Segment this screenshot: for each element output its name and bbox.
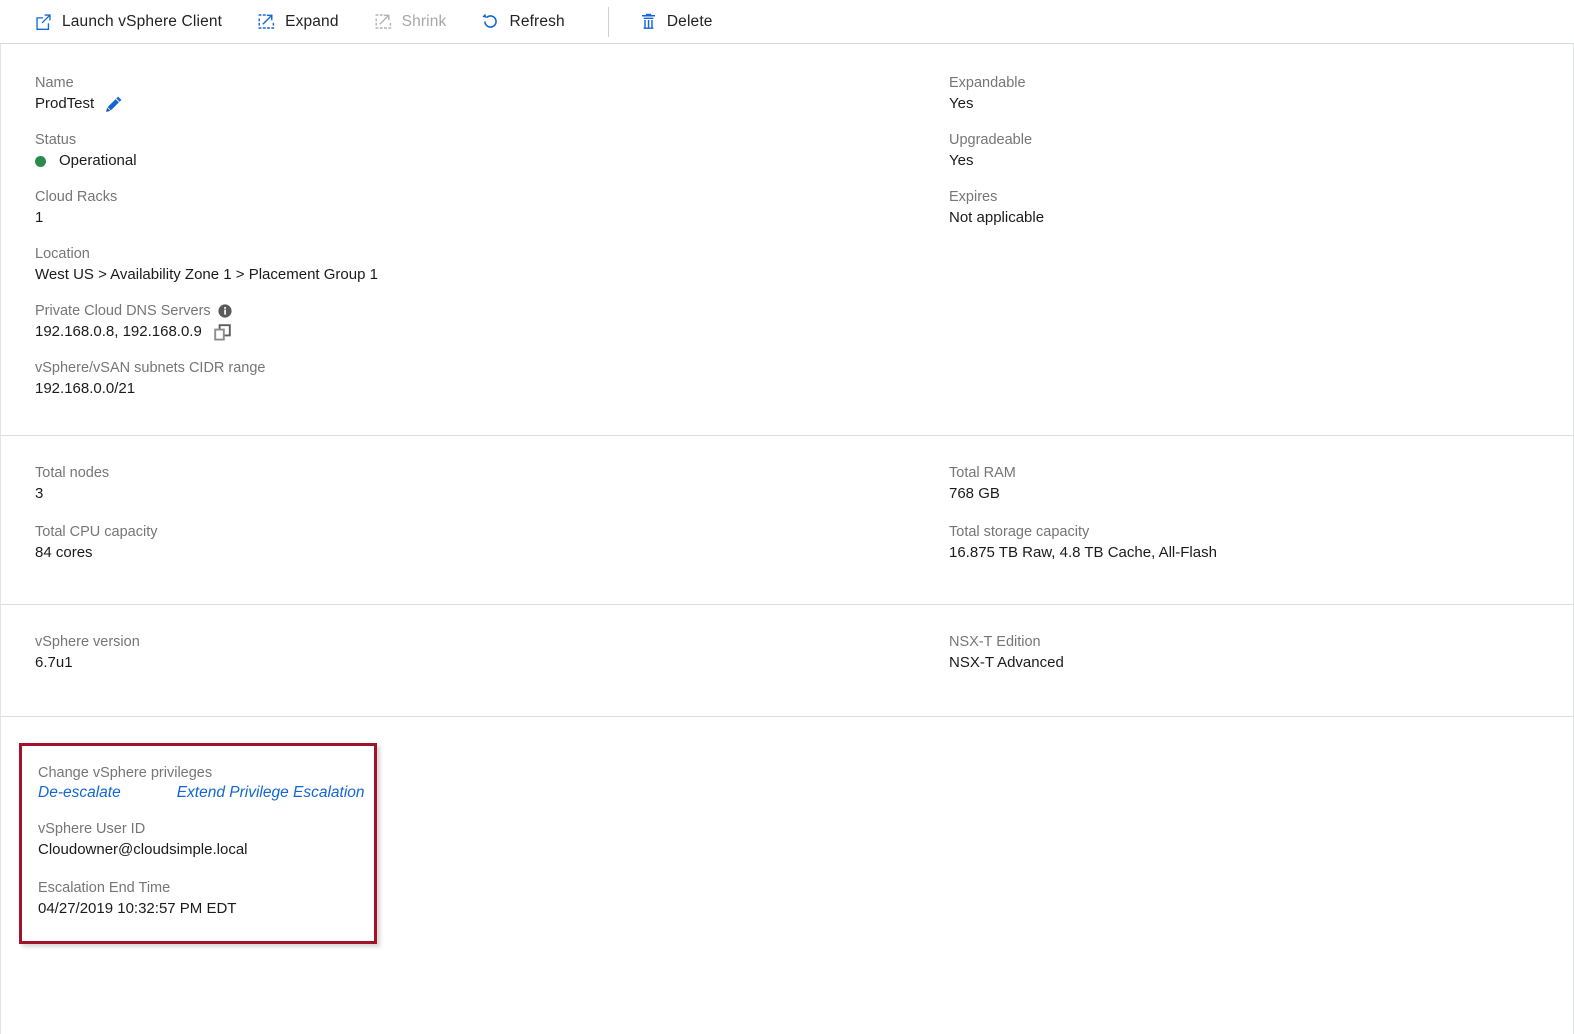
info-icon[interactable] [218, 304, 232, 318]
pencil-icon[interactable] [105, 95, 123, 113]
upgradeable-field: Upgradeable Yes [949, 130, 1573, 172]
total-storage-label: Total storage capacity [949, 524, 1090, 540]
total-storage-field: Total storage capacity 16.875 TB Raw, 4.… [949, 522, 1573, 564]
total-storage-value: 16.875 TB Raw, 4.8 TB Cache, All-Flash [949, 544, 1217, 561]
refresh-label: Refresh [509, 12, 565, 30]
dns-servers-label: Private Cloud DNS Servers [35, 303, 211, 319]
delete-button[interactable]: Delete [639, 7, 726, 37]
vsphere-version-field: vSphere version 6.7u1 [35, 632, 915, 674]
status-field: Status Operational [35, 130, 915, 172]
escalation-end-time-field: Escalation End Time 04/27/2019 10:32:57 … [38, 878, 354, 920]
name-label: Name [35, 75, 74, 91]
overview-section: Name ProdTest Status Operational Cloud R… [1, 44, 1573, 435]
versions-right-column: NSX-T Edition NSX-T Advanced [915, 605, 1573, 716]
details-content: Name ProdTest Status Operational Cloud R… [0, 44, 1574, 1034]
total-ram-value: 768 GB [949, 485, 1000, 502]
name-value: ProdTest [35, 95, 95, 112]
launch-vsphere-client-button[interactable]: Launch vSphere Client [34, 7, 235, 37]
cloud-racks-field: Cloud Racks 1 [35, 187, 915, 229]
escalation-end-time-label: Escalation End Time [38, 880, 171, 896]
name-value-row: ProdTest [35, 93, 915, 115]
de-escalate-link[interactable]: De-escalate [38, 784, 121, 802]
expand-icon [257, 12, 276, 31]
toolbar-divider [607, 6, 609, 37]
capacity-left-column: Total nodes 3 Total CPU capacity 84 core… [1, 436, 915, 604]
refresh-icon [481, 12, 500, 31]
status-badge: Operational [59, 152, 137, 169]
privileges-highlight-box: Change vSphere privileges De-escalate Ex… [19, 743, 377, 944]
versions-left-column: vSphere version 6.7u1 [1, 605, 915, 716]
nsxt-edition-field: NSX-T Edition NSX-T Advanced [949, 632, 1573, 674]
dns-servers-value-row: 192.168.0.8, 192.168.0.9 [35, 321, 915, 343]
shrink-button[interactable]: Shrink [374, 7, 460, 37]
expandable-field: Expandable Yes [949, 73, 1573, 115]
versions-section: vSphere version 6.7u1 NSX-T Edition NSX-… [1, 604, 1573, 716]
capacity-right-column: Total RAM 768 GB Total storage capacity … [915, 436, 1573, 604]
status-label: Status [35, 132, 77, 148]
copy-icon[interactable] [213, 323, 232, 342]
vsphere-user-id-field: vSphere User ID Cloudowner@cloudsimple.l… [38, 819, 354, 861]
change-privileges-label: Change vSphere privileges [38, 765, 213, 781]
expires-field: Expires Not applicable [949, 187, 1573, 229]
expires-label: Expires [949, 189, 998, 205]
cidr-range-field: vSphere/vSAN subnets CIDR range 192.168.… [35, 358, 915, 400]
vsphere-user-id-value: Cloudowner@cloudsimple.local [38, 841, 248, 858]
total-ram-label: Total RAM [949, 465, 1016, 481]
location-value: West US > Availability Zone 1 > Placemen… [35, 266, 378, 283]
refresh-button[interactable]: Refresh [481, 7, 577, 37]
overview-left-column: Name ProdTest Status Operational Cloud R… [1, 44, 915, 435]
escalation-end-time-value: 04/27/2019 10:32:57 PM EDT [38, 900, 237, 917]
location-label: Location [35, 246, 90, 262]
dns-servers-field: Private Cloud DNS Servers 192.168.0.8, 1… [35, 301, 915, 343]
privileges-links-row: De-escalate Extend Privilege Escalation [38, 784, 365, 802]
extend-privilege-escalation-link[interactable]: Extend Privilege Escalation [177, 784, 365, 802]
nsxt-edition-value: NSX-T Advanced [949, 654, 1064, 671]
trash-icon [639, 12, 658, 31]
name-field: Name ProdTest [35, 73, 915, 115]
cidr-range-label: vSphere/vSAN subnets CIDR range [35, 360, 266, 376]
launch-vsphere-client-label: Launch vSphere Client [62, 12, 223, 30]
total-nodes-label: Total nodes [35, 465, 110, 481]
vsphere-user-id-label: vSphere User ID [38, 821, 146, 837]
expand-button[interactable]: Expand [257, 7, 352, 37]
shrink-label: Shrink [401, 12, 447, 30]
total-nodes-value: 3 [35, 485, 44, 502]
delete-label: Delete [666, 12, 713, 30]
expandable-value: Yes [949, 95, 974, 112]
vsphere-version-label: vSphere version [35, 634, 140, 650]
expires-value: Not applicable [949, 209, 1045, 226]
overview-right-column: Expandable Yes Upgradeable Yes Expires N… [915, 44, 1573, 435]
total-ram-field: Total RAM 768 GB [949, 463, 1573, 505]
upgradeable-value: Yes [949, 152, 974, 169]
change-privileges-field: Change vSphere privileges De-escalate Ex… [38, 763, 365, 802]
private-cloud-details-page: Launch vSphere Client Expand Shrink Refr… [0, 0, 1574, 1034]
capacity-section: Total nodes 3 Total CPU capacity 84 core… [1, 435, 1573, 604]
total-cpu-label: Total CPU capacity [35, 524, 158, 540]
status-value-row: Operational [35, 150, 915, 172]
action-toolbar: Launch vSphere Client Expand Shrink Refr… [0, 0, 1574, 44]
total-cpu-field: Total CPU capacity 84 cores [35, 522, 915, 564]
expand-label: Expand [285, 12, 339, 30]
cidr-range-value: 192.168.0.0/21 [35, 380, 136, 397]
dns-servers-value: 192.168.0.8, 192.168.0.9 [35, 323, 202, 340]
upgradeable-label: Upgradeable [949, 132, 1033, 148]
cloud-racks-label: Cloud Racks [35, 189, 118, 205]
status-dot-icon [35, 155, 46, 167]
external-link-icon [34, 12, 53, 31]
shrink-icon [374, 12, 393, 31]
expandable-label: Expandable [949, 75, 1026, 91]
total-nodes-field: Total nodes 3 [35, 463, 915, 505]
vsphere-version-value: 6.7u1 [35, 654, 73, 671]
cloud-racks-value: 1 [35, 209, 44, 226]
nsxt-edition-label: NSX-T Edition [949, 634, 1041, 650]
dns-servers-label-row: Private Cloud DNS Servers [35, 301, 915, 321]
privileges-section: Change vSphere privileges De-escalate Ex… [1, 716, 1573, 970]
location-field: Location West US > Availability Zone 1 >… [35, 244, 915, 286]
total-cpu-value: 84 cores [35, 544, 93, 561]
